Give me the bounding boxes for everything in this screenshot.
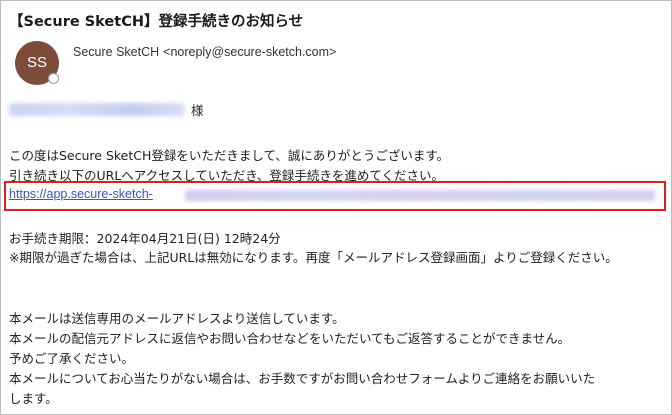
recipient-email-redacted	[9, 103, 185, 116]
email-subject: 【Secure SketCH】登録手続きのお知らせ	[9, 14, 304, 30]
deadline-note: ※期限が過ぎた場合は、上記URLは無効になります。再度「メールアドレス登録画面」…	[9, 250, 618, 265]
email-message: 【Secure SketCH】登録手続きのお知らせ SS Secure Sket…	[0, 0, 672, 415]
footer-line-5: します。	[9, 391, 58, 406]
sender-name[interactable]: Secure SketCH	[73, 45, 159, 59]
url-redacted	[185, 190, 655, 201]
sender-line: Secure SketCH <noreply@secure-sketch.com>	[73, 45, 336, 59]
avatar-initials: SS	[26, 54, 47, 71]
deadline-line: お手続き期限：2024年04月21日(日) 12時24分	[9, 231, 281, 246]
footer-line-2: 本メールの配信元アドレスに返信やお問い合わせなどをいただいてもご返答することがで…	[9, 331, 571, 346]
footer-line-4: 本メールについてお心当たりがない場合は、お手数ですがお問い合わせフォームよりご連…	[9, 371, 596, 386]
footer-line-3: 予めご了承ください。	[9, 351, 135, 366]
footer-line-1: 本メールは送信専用のメールアドレスより送信しています。	[9, 311, 345, 326]
body-line-thanks: この度はSecure SketCH登録をいただきまして、誠にありがとうございます…	[9, 148, 450, 163]
registration-url-link[interactable]: https://app.secure-sketch-	[9, 187, 153, 201]
sender-address[interactable]: <noreply@secure-sketch.com>	[163, 45, 336, 59]
recipient-honorific: 様	[191, 103, 204, 118]
presence-status-icon	[48, 73, 59, 84]
